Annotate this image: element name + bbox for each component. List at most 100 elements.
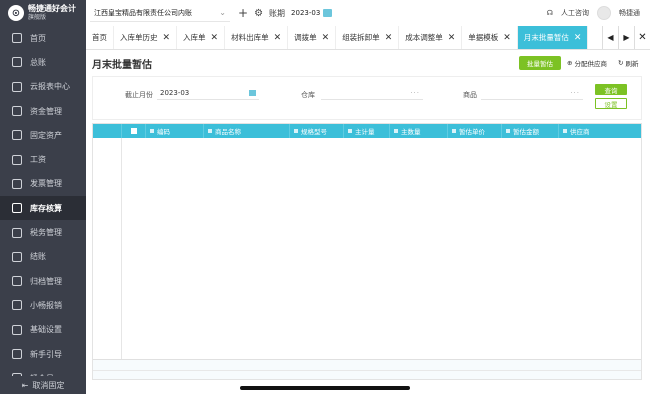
unpin-sidebar-button[interactable]: ⇤ 取消固定: [0, 376, 86, 394]
column-header-label: 主计量: [355, 128, 375, 136]
close-tab-icon[interactable]: ✕: [274, 33, 282, 43]
chevron-down-icon: ⌄: [219, 8, 226, 17]
sidebar-item-label: 税务管理: [30, 228, 62, 238]
headset-icon[interactable]: ☊: [547, 9, 553, 17]
sidebar-item-label: 资金管理: [30, 106, 62, 116]
tab-scroll-right-icon[interactable]: ▶: [618, 26, 634, 49]
close-tab-icon[interactable]: ✕: [211, 33, 219, 43]
batch-estimate-button[interactable]: 批量暂估: [519, 56, 561, 70]
close-tab-icon[interactable]: ✕: [322, 33, 330, 43]
guide-icon: [12, 349, 22, 359]
unpin-label: 取消固定: [32, 380, 65, 390]
column-header[interactable]: 供应商: [558, 124, 641, 138]
tab[interactable]: 入库单 ✕: [177, 26, 226, 49]
sort-icon: [348, 129, 352, 133]
gear-icon[interactable]: ⚙: [254, 8, 263, 19]
add-icon[interactable]: +: [238, 6, 248, 20]
user-name[interactable]: 畅捷通: [619, 8, 640, 18]
refresh-button[interactable]: ↻ 刷新: [618, 56, 638, 70]
sidebar-item[interactable]: 基础设置: [0, 318, 86, 342]
sidebar-item[interactable]: 首页: [0, 26, 86, 50]
page-title: 月末批量暂估: [92, 59, 152, 71]
column-header[interactable]: 规格型号: [289, 124, 343, 138]
avatar[interactable]: [597, 6, 611, 20]
sidebar-item[interactable]: 新手引导: [0, 342, 86, 366]
inventory-icon: [12, 203, 22, 214]
sidebar-item[interactable]: 云报表中心: [0, 75, 86, 99]
end-month-input[interactable]: 2023-03: [157, 86, 259, 100]
sidebar-item[interactable]: 库存核算: [0, 196, 86, 221]
sidebar-item[interactable]: 工资: [0, 147, 86, 171]
column-header[interactable]: 暂估单价: [447, 124, 501, 138]
column-header-label: 主数量: [401, 128, 421, 136]
company-selector[interactable]: 江西皇宝精品有限责任公司内账 ⌄: [90, 4, 230, 22]
tab[interactable]: 单据模板 ✕: [462, 26, 518, 49]
sidebar-item[interactable]: 归档管理: [0, 269, 86, 293]
tab[interactable]: 组装拆卸单 ✕: [336, 26, 400, 49]
select-all-checkbox[interactable]: [121, 124, 145, 138]
app-name: 畅捷通好会计: [28, 4, 76, 13]
tab[interactable]: 入库单历史 ✕: [114, 26, 178, 49]
sort-icon: [563, 129, 567, 133]
sidebar-item-label: 新手引导: [30, 349, 62, 359]
sidebar-item[interactable]: 税务管理: [0, 220, 86, 244]
column-header-label: 暂估金额: [513, 128, 539, 136]
sort-icon: [208, 129, 212, 133]
settings-icon: [12, 324, 22, 335]
invoice-icon: [12, 178, 22, 189]
fund-icon: [12, 106, 22, 117]
column-header[interactable]: 编码: [145, 124, 203, 138]
tab-label: 材料出库单: [231, 33, 269, 42]
sidebar-item[interactable]: 资金管理: [0, 99, 86, 123]
sidebar-item[interactable]: 发票管理: [0, 172, 86, 196]
close-tab-icon[interactable]: ✕: [503, 33, 511, 43]
calendar-icon[interactable]: [323, 9, 333, 17]
sort-icon: [452, 129, 456, 133]
tab[interactable]: 调拨单 ✕: [288, 26, 337, 49]
sort-icon: [294, 129, 298, 133]
settings-button[interactable]: 设置: [595, 98, 627, 109]
support-link[interactable]: 人工咨询: [561, 8, 589, 18]
report-icon: [12, 81, 22, 92]
more-icon: ···: [410, 88, 420, 97]
close-tab-icon[interactable]: ✕: [163, 33, 171, 43]
column-header[interactable]: 暂估金额: [501, 124, 558, 138]
end-month-value: 2023-03: [160, 88, 190, 97]
tab-label: 调拨单: [294, 33, 317, 42]
sidebar-item[interactable]: 结账: [0, 245, 86, 269]
close-tab-icon[interactable]: ✕: [448, 33, 456, 43]
product-select[interactable]: ···: [481, 86, 583, 100]
column-header[interactable]: 主数量: [389, 124, 447, 138]
tab[interactable]: 成本调整单 ✕: [399, 26, 463, 49]
sort-icon: [394, 129, 398, 133]
close-all-tabs-icon[interactable]: ✕: [634, 26, 650, 49]
sidebar-item[interactable]: 总账: [0, 50, 86, 74]
column-header[interactable]: 商品名称: [203, 124, 289, 138]
tab[interactable]: 月末批量暂估 ✕: [517, 26, 589, 49]
allocate-supplier-button[interactable]: ⊕ 分配供应商: [567, 56, 607, 70]
closing-icon: [12, 251, 22, 262]
sidebar-item-label: 总账: [30, 57, 46, 67]
tab[interactable]: 材料出库单 ✕: [225, 26, 289, 49]
sidebar-item-label: 结账: [30, 252, 46, 262]
column-header[interactable]: 主计量: [343, 124, 389, 138]
warehouse-select[interactable]: ···: [321, 86, 423, 100]
sidebar-item-label: 归档管理: [30, 276, 62, 286]
period-value[interactable]: 2023-03: [291, 9, 320, 17]
tab[interactable]: 首页: [86, 26, 114, 49]
tab-bar: 首页 入库单历史 ✕ 入库单 ✕ 材料出库单 ✕ 调拨单 ✕ 组装拆卸单 ✕ 成本调整单 ✕ 单据模板 ✕ 月…: [86, 26, 650, 50]
tab-label: 组装拆卸单: [342, 33, 380, 42]
sort-icon: [150, 129, 154, 133]
column-header-label: 暂估单价: [459, 128, 485, 136]
tab-scroll-left-icon[interactable]: ◀: [602, 26, 618, 49]
sidebar-item[interactable]: 固定资产: [0, 123, 86, 147]
close-tab-icon[interactable]: ✕: [385, 33, 393, 43]
more-icon: ···: [570, 88, 580, 97]
grid-body: [93, 138, 641, 358]
sidebar-item-label: 基础设置: [30, 325, 62, 335]
query-button[interactable]: 查询: [595, 84, 627, 95]
sidebar-item-label: 首页: [30, 33, 46, 43]
sidebar-item[interactable]: 小畅报销: [0, 293, 86, 317]
close-tab-icon[interactable]: ✕: [574, 33, 582, 43]
tab-label: 单据模板: [468, 33, 499, 42]
